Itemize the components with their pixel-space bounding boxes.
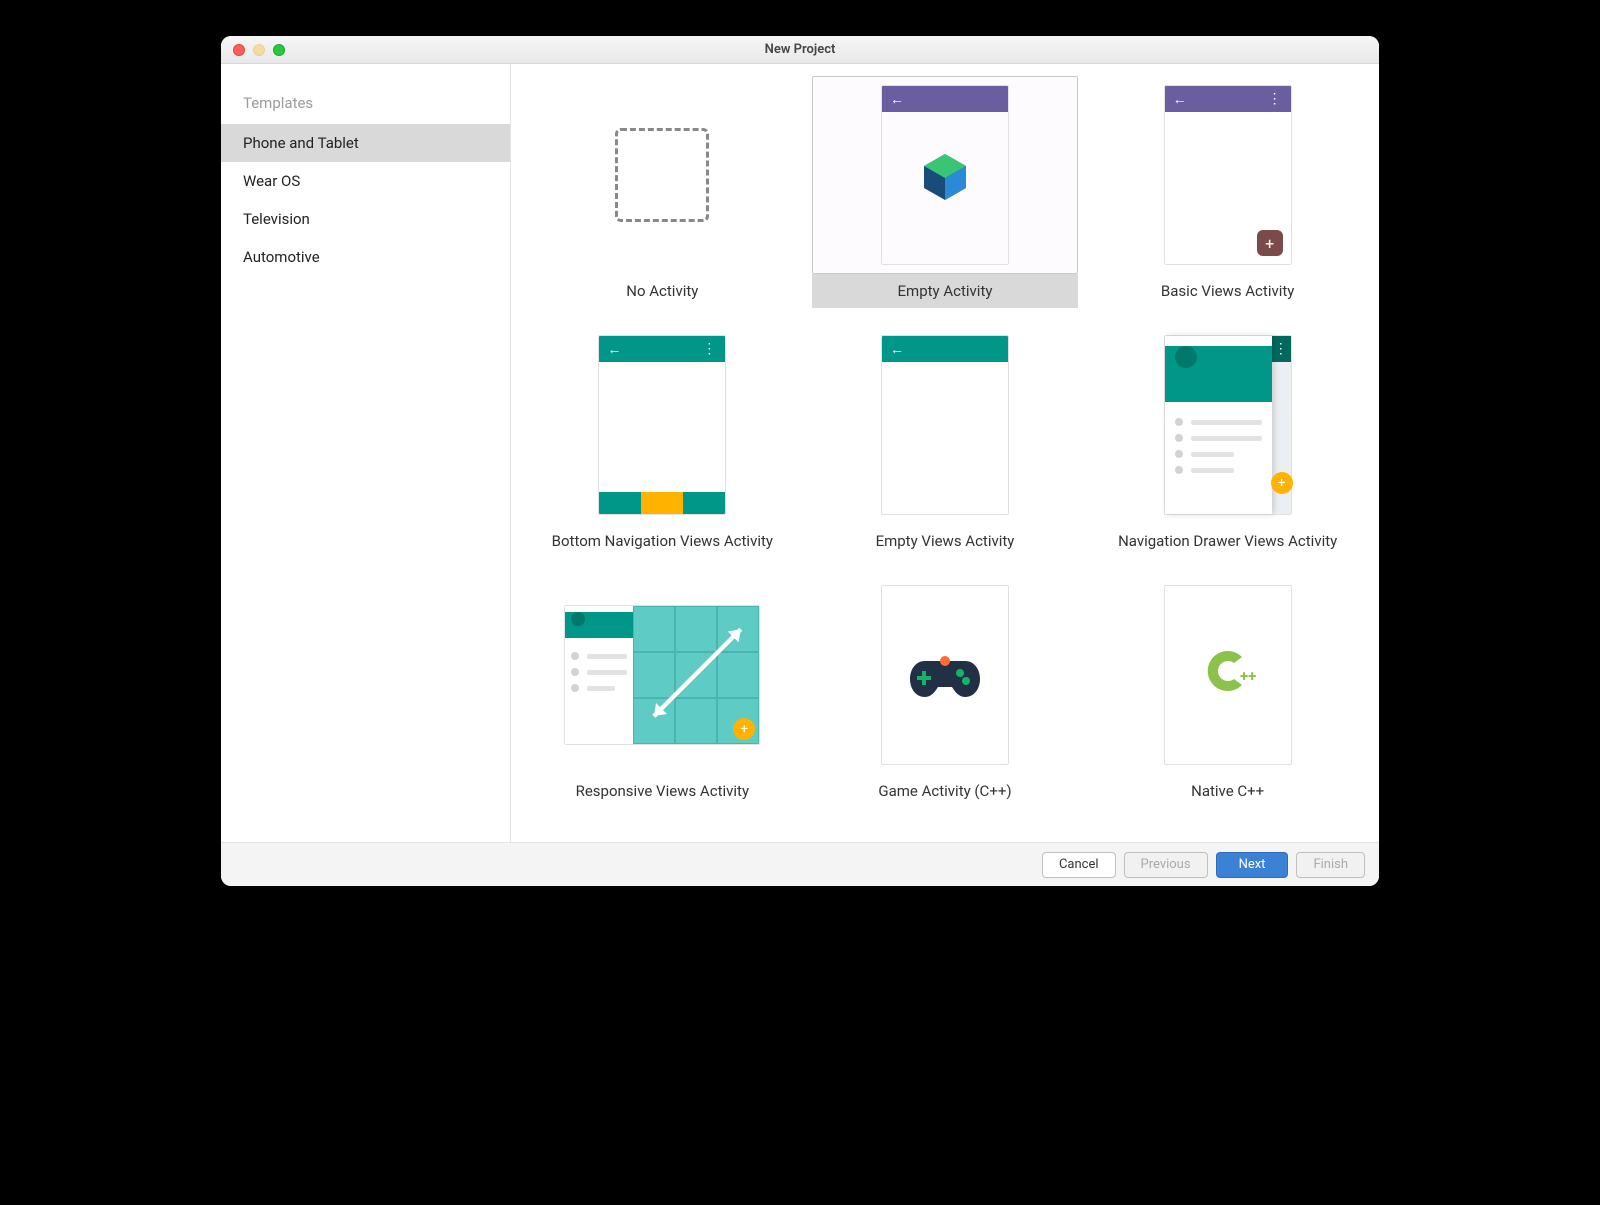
template-game-cpp[interactable]: Game Activity (C++) <box>804 576 1087 826</box>
jetpack-compose-icon <box>920 152 970 202</box>
template-label: Empty Activity <box>812 274 1079 308</box>
dialog-body: Templates Phone and TabletWear OSTelevis… <box>221 64 1379 842</box>
phone-preview: ← ⋮ <box>598 335 726 515</box>
phone-preview: ← ⋮ + <box>1164 85 1292 265</box>
template-label: Responsive Views Activity <box>529 774 796 808</box>
template-label: Native C++ <box>1094 774 1361 808</box>
template-thumbnail: ← <box>812 326 1079 524</box>
sidebar-title: Templates <box>221 82 510 124</box>
template-thumbnail: ← <box>812 76 1079 274</box>
back-arrow-icon: ← <box>890 341 904 358</box>
resize-arrow-icon <box>643 612 752 733</box>
template-thumbnail: + <box>529 576 796 774</box>
window-title: New Project <box>221 42 1379 57</box>
previous-button: Previous <box>1124 852 1208 878</box>
phone-preview: ⋮ + <box>1164 335 1292 515</box>
template-label: Basic Views Activity <box>1094 274 1361 308</box>
template-responsive[interactable]: + Responsive Views Activity <box>521 576 804 826</box>
new-project-window: New Project Templates Phone and TabletWe… <box>221 36 1379 886</box>
template-thumbnail <box>812 576 1079 774</box>
template-label: Game Activity (C++) <box>812 774 1079 808</box>
overflow-menu-icon: ⋮ <box>1268 91 1283 107</box>
template-basic-views[interactable]: ← ⋮ + Basic Views Activity <box>1086 76 1369 326</box>
sidebar-item-wear-os[interactable]: Wear OS <box>221 162 510 200</box>
fab-add-icon: + <box>1257 230 1283 256</box>
template-grid: No Activity ← Empty Activity ← ⋮ + Basic… <box>511 64 1379 842</box>
svg-text:++: ++ <box>1240 667 1256 685</box>
back-arrow-icon: ← <box>1173 91 1187 108</box>
template-label: No Activity <box>529 274 796 308</box>
template-thumbnail: ← ⋮ + <box>1094 76 1361 274</box>
next-button[interactable]: Next <box>1216 852 1289 878</box>
footer: Cancel Previous Next Finish <box>221 842 1379 886</box>
template-label: Navigation Drawer Views Activity <box>1094 524 1361 558</box>
sidebar-item-automotive[interactable]: Automotive <box>221 238 510 276</box>
phone-preview: ← <box>881 85 1009 265</box>
avatar-icon <box>1175 346 1197 368</box>
gamepad-icon <box>908 651 982 699</box>
template-native-cpp[interactable]: ++ Native C++ <box>1086 576 1369 826</box>
overflow-menu-icon: ⋮ <box>702 341 717 357</box>
phone-preview <box>881 585 1009 765</box>
template-nav-drawer[interactable]: ⋮ + Navigation Drawer Views Activity <box>1086 326 1369 576</box>
template-bottom-nav[interactable]: ← ⋮ Bottom Navigation Views Activity <box>521 326 804 576</box>
back-arrow-icon: ← <box>607 341 621 358</box>
template-thumbnail <box>529 76 796 274</box>
template-thumbnail: ++ <box>1094 576 1361 774</box>
cpp-icon: ++ <box>1196 643 1260 707</box>
template-label: Empty Views Activity <box>812 524 1079 558</box>
drawer-list-icon <box>1165 402 1272 490</box>
dashed-box-icon <box>615 128 709 222</box>
template-thumbnail: ⋮ + <box>1094 326 1361 524</box>
fab-add-icon: + <box>1271 472 1293 494</box>
template-empty-activity[interactable]: ← Empty Activity <box>804 76 1087 326</box>
phone-preview: ← <box>881 335 1009 515</box>
sidebar-item-television[interactable]: Television <box>221 200 510 238</box>
sidebar: Templates Phone and TabletWear OSTelevis… <box>221 64 511 842</box>
finish-button: Finish <box>1296 852 1365 878</box>
template-label: Bottom Navigation Views Activity <box>529 524 796 558</box>
phone-preview: ++ <box>1164 585 1292 765</box>
template-empty-views[interactable]: ← Empty Views Activity <box>804 326 1087 576</box>
overflow-menu-icon: ⋮ <box>1274 341 1289 357</box>
avatar-icon <box>571 612 585 626</box>
back-arrow-icon: ← <box>890 91 904 108</box>
bottom-navigation-icon <box>599 492 725 514</box>
template-no-activity[interactable]: No Activity <box>521 76 804 326</box>
tablet-preview: + <box>564 605 760 745</box>
template-thumbnail: ← ⋮ <box>529 326 796 524</box>
sidebar-item-phone-and-tablet[interactable]: Phone and Tablet <box>221 124 510 162</box>
cancel-button[interactable]: Cancel <box>1042 852 1116 878</box>
titlebar: New Project <box>221 36 1379 64</box>
